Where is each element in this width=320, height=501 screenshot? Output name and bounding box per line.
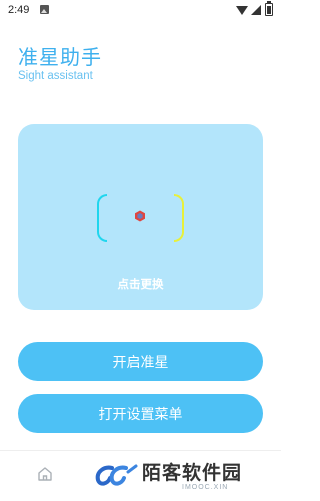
- status-bar: 2:49: [0, 0, 281, 22]
- battery-icon: [265, 1, 273, 16]
- crosshair-preview-card[interactable]: 点击更换: [18, 124, 263, 310]
- open-settings-menu-button[interactable]: 打开设置菜单: [18, 394, 263, 433]
- left-bracket-icon: [97, 194, 107, 242]
- watermark-text: 陌客软件园: [142, 462, 243, 484]
- home-icon[interactable]: [37, 466, 53, 482]
- status-icons: [236, 1, 273, 16]
- status-time: 2:49: [8, 4, 30, 16]
- wifi-icon: [236, 6, 248, 15]
- change-crosshair-label[interactable]: 点击更换: [18, 276, 263, 292]
- signal-icon: [251, 4, 261, 15]
- watermark-subtext: IMOOC.XIN: [182, 484, 229, 491]
- watermark: 陌客软件园 IMOOC.XIN: [94, 458, 274, 496]
- crosshair-dot-icon: [135, 210, 145, 222]
- start-crosshair-button[interactable]: 开启准星: [18, 342, 263, 381]
- image-notification-icon: [40, 5, 49, 14]
- right-bracket-icon: [174, 194, 184, 242]
- watermark-logo-icon: [95, 464, 138, 486]
- app-title: 准星助手: [18, 45, 102, 69]
- app-subtitle: Sight assistant: [18, 70, 93, 82]
